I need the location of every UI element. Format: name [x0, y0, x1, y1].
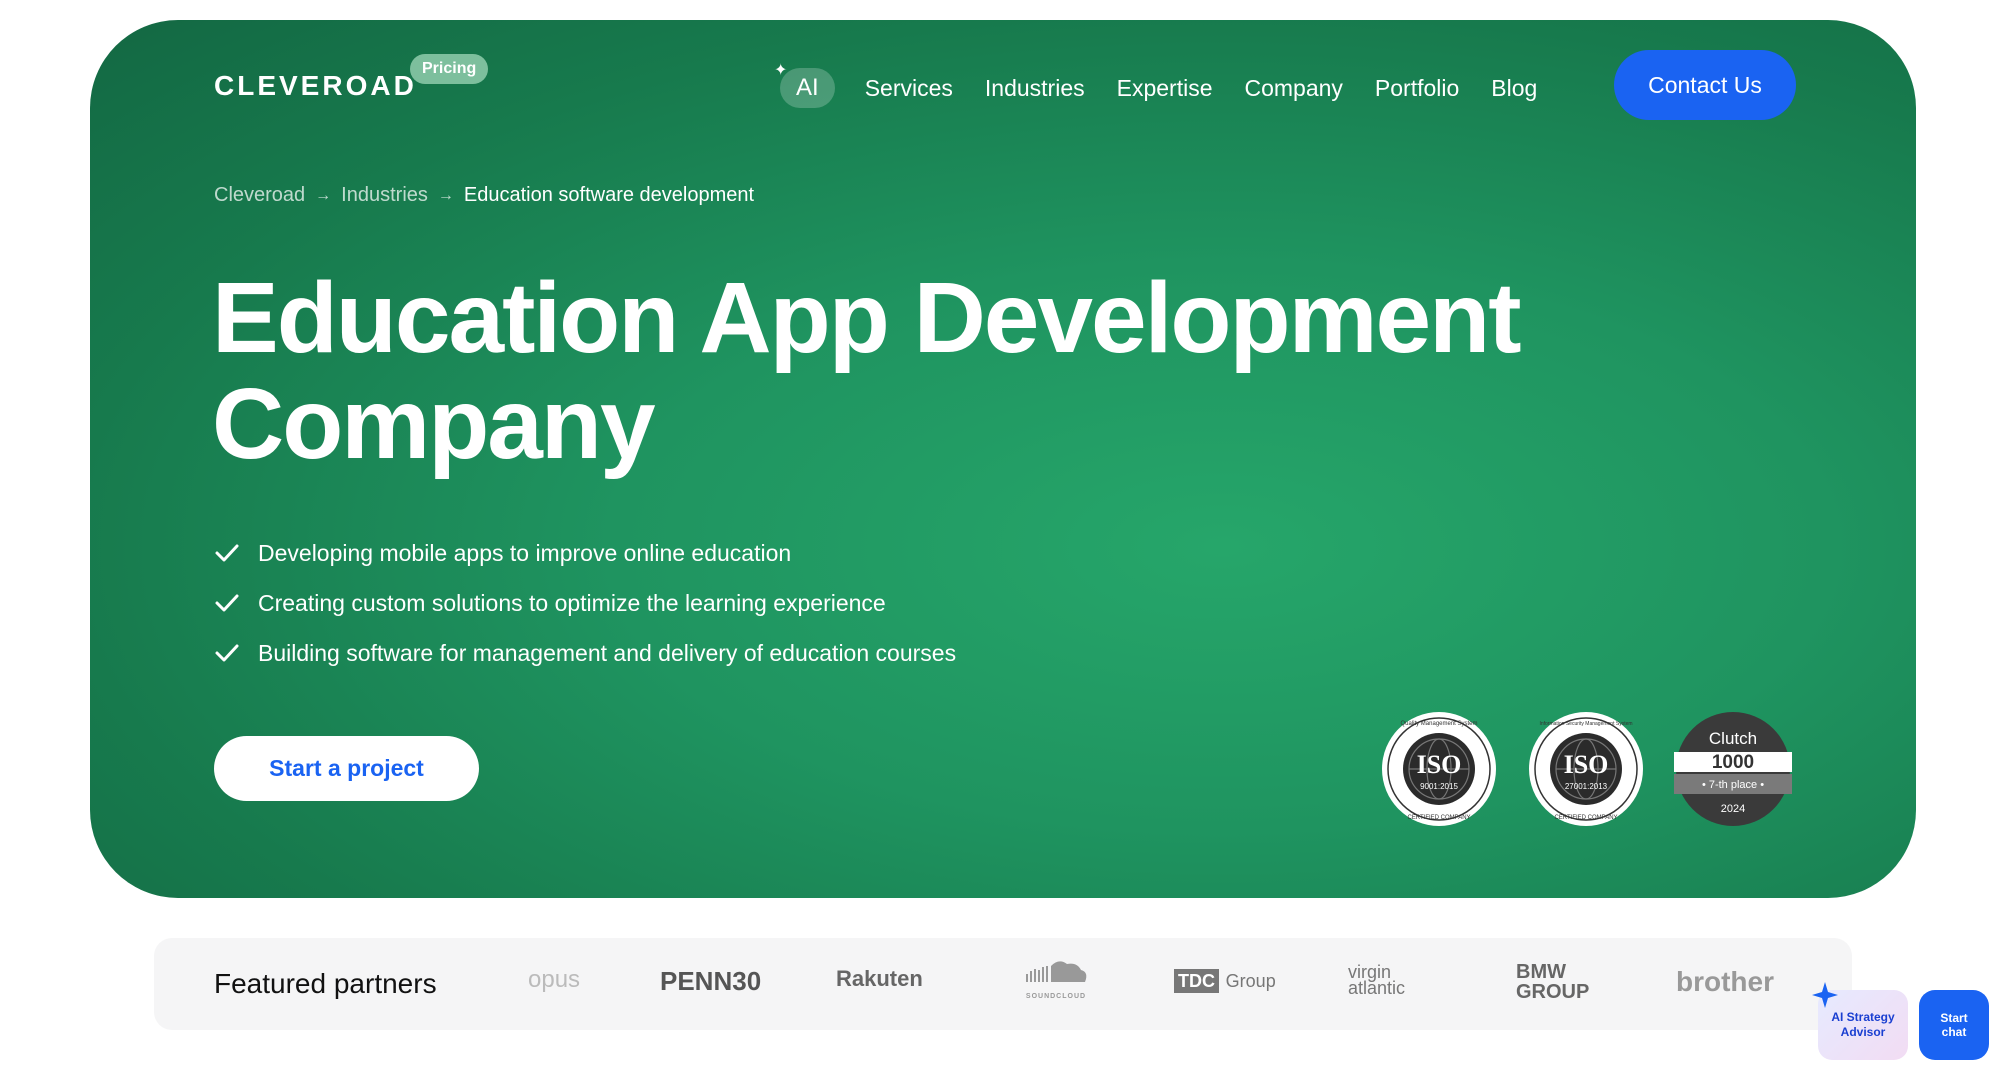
breadcrumb: Cleveroad → Industries → Education softw…	[214, 184, 754, 207]
partner-logo-penn30: PENN30	[660, 966, 762, 996]
breadcrumb-link-industries[interactable]: Industries	[341, 184, 428, 207]
badge-iso-bottom: CERTIFIED COMPANY	[1407, 815, 1470, 821]
partner-logo-soundcloud-text: SOUNDCLOUD	[1025, 993, 1087, 1000]
feature-item: Developing mobile apps to improve online…	[214, 528, 956, 578]
nav-item-ai-label: AI	[796, 74, 819, 101]
nav-item-portfolio[interactable]: Portfolio	[1375, 75, 1459, 102]
feature-text: Creating custom solutions to optimize th…	[258, 589, 886, 616]
iso-9001-badge: ISO 9001:2015 Quality Management System …	[1380, 710, 1498, 828]
chat-label: Start chat	[1940, 1011, 1968, 1039]
partner-logo-soundcloud: SOUNDCLOUD	[1016, 958, 1096, 1000]
nav-item-industries[interactable]: Industries	[985, 75, 1085, 102]
partner-logo-brother: brother	[1676, 966, 1774, 997]
ai-strategy-advisor-button[interactable]: AI Strategy Advisor	[1812, 982, 1908, 1060]
badge-iso-code: 9001:2015	[1420, 782, 1458, 791]
clutch-brand: Clutch	[1709, 729, 1757, 748]
nav-item-blog[interactable]: Blog	[1491, 75, 1537, 102]
advisor-label: AI Strategy Advisor	[1831, 1010, 1895, 1039]
sparkle-icon	[1812, 982, 1838, 1008]
feature-text: Building software for management and del…	[258, 639, 957, 666]
page-title: Education App Development Company	[212, 265, 1712, 477]
partner-logo-opus: opus	[528, 966, 581, 993]
feature-item: Building software for management and del…	[214, 628, 956, 678]
breadcrumb-current: Education software development	[463, 184, 755, 206]
checkmark-icon	[215, 544, 239, 562]
arrow-right-icon: →	[437, 186, 454, 204]
iso-27001-badge: ISO 27001:2013 Information Security Mana…	[1527, 710, 1645, 828]
feature-text: Developing mobile apps to improve online…	[258, 539, 792, 566]
start-project-button[interactable]: Start a project	[214, 736, 479, 801]
page-title-line1: Education App Development	[212, 262, 1522, 374]
badge-iso-bottom: CERTIFIED COMPANY	[1554, 815, 1617, 821]
main-nav: ✦ AI Services Industries Expertise Compa…	[774, 62, 1569, 108]
badge-iso-top: Quality Management System	[1400, 721, 1477, 727]
partner-logo-virgin-atlantic: virgin atlantic	[1348, 962, 1406, 998]
clutch-place: • 7-th place •	[1702, 779, 1764, 791]
badge-iso-top: Information Security Management System	[1539, 721, 1632, 727]
clutch-year: 2024	[1721, 803, 1745, 815]
feature-item: Creating custom solutions to optimize th…	[214, 578, 956, 628]
badge-iso-main: ISO	[1564, 750, 1609, 779]
sparkle-icon: ✦	[774, 62, 788, 79]
hero-section: CLEVEROAD Pricing ✦ AI Services Industri…	[90, 20, 1916, 898]
page-title-line2: Company	[212, 368, 656, 480]
breadcrumb-link-home[interactable]: Cleveroad	[214, 184, 305, 207]
partner-logo-tdc-mark: TDC	[1174, 969, 1219, 993]
logo[interactable]: CLEVEROAD	[214, 70, 417, 102]
featured-partners-bar: Featured partners opus PENN30 Rakuten SO…	[154, 938, 1852, 1030]
badge-iso-main: ISO	[1417, 750, 1462, 779]
nav-item-expertise[interactable]: Expertise	[1117, 75, 1213, 102]
partner-logo-bmw-group: BMW GROUP	[1516, 961, 1590, 1003]
checkmark-icon	[215, 644, 239, 662]
pricing-badge[interactable]: Pricing	[410, 54, 489, 84]
partner-logo-tdc-group: TDC Group	[1174, 966, 1276, 994]
partners-title: Featured partners	[214, 968, 437, 999]
feature-list: Developing mobile apps to improve online…	[214, 528, 956, 678]
badge-iso-code: 27001:2013	[1565, 782, 1608, 791]
checkmark-icon	[215, 594, 239, 612]
clutch-badge: Clutch 1000 • 7-th place • 2024	[1674, 710, 1792, 828]
soundcloud-icon	[1026, 961, 1087, 982]
start-chat-button[interactable]: Start chat	[1919, 990, 1989, 1060]
arrow-right-icon: →	[315, 186, 332, 204]
nav-item-services[interactable]: Services	[865, 75, 953, 102]
partner-logo-tdc-text: Group	[1225, 971, 1276, 991]
partner-logo-rakuten: Rakuten	[836, 966, 923, 991]
nav-item-ai[interactable]: ✦ AI	[774, 62, 835, 108]
contact-us-button[interactable]: Contact Us	[1614, 50, 1796, 120]
clutch-number: 1000	[1712, 752, 1754, 773]
nav-item-company[interactable]: Company	[1244, 75, 1342, 102]
